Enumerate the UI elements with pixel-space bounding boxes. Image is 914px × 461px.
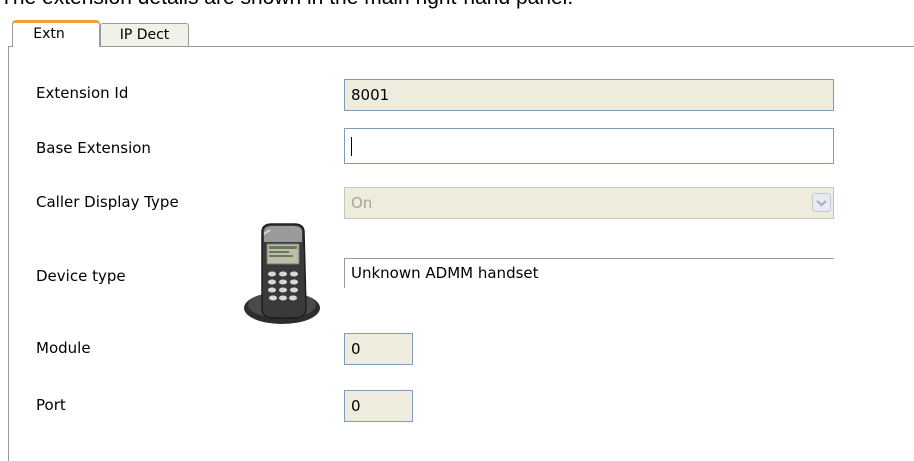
panel-border-left <box>8 46 9 461</box>
port-value: 0 <box>351 397 361 415</box>
extension-id-field[interactable]: 8001 <box>344 79 834 111</box>
dect-handset-icon <box>244 223 320 324</box>
base-extension-label: Base Extension <box>36 139 151 157</box>
base-extension-input[interactable] <box>344 128 834 164</box>
module-label: Module <box>36 339 91 357</box>
caller-display-type-select[interactable]: On <box>344 187 834 219</box>
port-label: Port <box>36 396 66 414</box>
module-value: 0 <box>351 340 361 358</box>
chevron-down-icon <box>816 200 827 207</box>
extension-id-label: Extension Id <box>36 84 129 102</box>
module-field[interactable]: 0 <box>344 333 413 365</box>
tab-ip-dect[interactable]: IP Dect <box>100 23 189 46</box>
tab-strip: Extn IP Dect <box>0 10 914 47</box>
tab-extn[interactable]: Extn <box>12 20 100 47</box>
panel-border-top <box>8 46 914 47</box>
dropdown-button[interactable] <box>812 193 831 212</box>
caller-display-type-label: Caller Display Type <box>36 193 179 211</box>
port-field[interactable]: 0 <box>344 390 413 422</box>
extension-id-value: 8001 <box>351 86 390 104</box>
device-type-field[interactable]: Unknown ADMM handset <box>344 258 834 288</box>
text-caret <box>351 137 352 156</box>
caption-text: The extension details are shown in the m… <box>0 0 573 10</box>
device-type-label: Device type <box>36 267 126 285</box>
caller-display-type-value: On <box>351 194 373 212</box>
device-type-value: Unknown ADMM handset <box>351 264 539 282</box>
